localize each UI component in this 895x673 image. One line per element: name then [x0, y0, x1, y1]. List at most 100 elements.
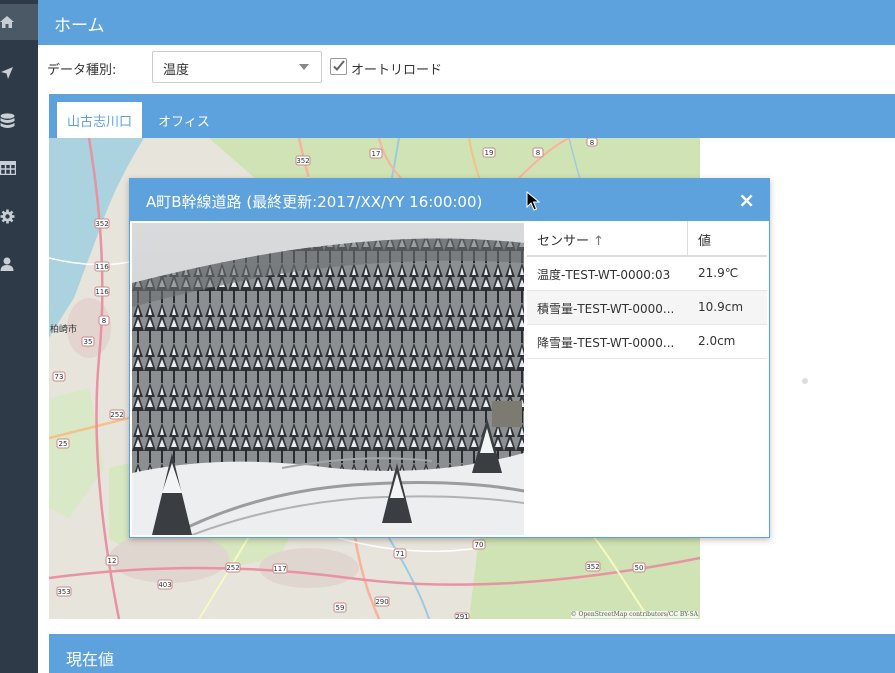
svg-text:8: 8 [102, 317, 106, 325]
sensor-name: 降雪量-TEST-WT-0000... [537, 336, 675, 350]
route-shield: 352 [94, 218, 110, 229]
route-shield: 291 [454, 612, 470, 619]
route-shield: 71 [393, 548, 407, 559]
svg-text:71: 71 [396, 550, 405, 558]
svg-text:25: 25 [59, 440, 68, 448]
sort-ascending-icon: ↑ [593, 234, 605, 249]
popup-title: A町B幹線道路 (最終更新:2017/XX/YY 16:00:00) [146, 193, 483, 211]
route-shield: 403 [157, 579, 173, 590]
svg-text:73: 73 [55, 373, 64, 381]
svg-text:403: 403 [158, 581, 171, 589]
svg-text:8: 8 [590, 139, 594, 147]
table-row[interactable]: 積雪量-TEST-WT-0000... 10.9cm [527, 291, 767, 325]
route-shield: 252 [109, 409, 125, 420]
home-icon [0, 16, 14, 28]
svg-text:291: 291 [455, 613, 468, 619]
current-values-section: 現在値 [49, 634, 895, 673]
controls-bar: データ種別: 温度 オートリロード [38, 45, 895, 93]
route-shield: 25 [56, 438, 70, 449]
autoreload-checkbox[interactable] [330, 58, 347, 75]
user-icon [0, 257, 14, 271]
sensor-value: 2.0cm [698, 334, 736, 348]
svg-text:12: 12 [108, 557, 117, 565]
sensor-popup: A町B幹線道路 (最終更新:2017/XX/YY 16:00:00) × センサ… [129, 178, 770, 538]
section-title: 現在値 [66, 650, 115, 669]
tab-yamakoshi[interactable]: 山古志川口 [57, 102, 142, 138]
svg-text:59: 59 [336, 604, 345, 612]
svg-text:116: 116 [95, 263, 109, 271]
svg-text:117: 117 [273, 565, 286, 573]
table-header: センサー ↑ 値 [527, 221, 767, 257]
sensor-name: 温度-TEST-WT-0000:03 [537, 268, 671, 282]
route-shield: 290 [374, 596, 390, 607]
database-icon [0, 113, 15, 128]
sidebar [0, 0, 38, 673]
sidebar-item-database[interactable] [0, 103, 38, 139]
route-shield: 116 [94, 261, 110, 272]
chevron-down-icon [299, 64, 309, 70]
close-icon[interactable]: × [738, 188, 755, 212]
sidebar-item-home[interactable] [0, 4, 38, 40]
route-shield: 116 [94, 286, 110, 297]
sensor-value: 10.9cm [698, 300, 744, 314]
sensor-value: 21.9℃ [698, 266, 739, 280]
table-icon [0, 161, 16, 175]
column-divider [687, 221, 688, 255]
svg-text:116: 116 [95, 288, 109, 296]
route-shield: 8 [532, 147, 544, 158]
map-place-label: 柏崎市 [50, 323, 77, 335]
tab-office[interactable]: オフィス [144, 102, 224, 138]
route-shield: 73 [52, 371, 66, 382]
route-shield: 17 [369, 148, 383, 159]
data-type-label: データ種別: [47, 63, 117, 78]
sidebar-item-navigation[interactable] [0, 55, 38, 91]
svg-text:352: 352 [586, 563, 599, 571]
sidebar-item-table[interactable] [0, 150, 38, 186]
route-shield: 19 [482, 147, 496, 158]
svg-text:35: 35 [84, 338, 93, 346]
route-shield: 352 [585, 561, 601, 572]
route-shield: 352 [295, 155, 311, 166]
gear-icon [0, 209, 15, 223]
route-shield: 117 [272, 563, 288, 574]
sidebar-item-user[interactable] [0, 246, 38, 282]
route-shield: 70 [472, 539, 486, 550]
autoreload-label[interactable]: オートリロード [351, 59, 442, 78]
svg-text:8: 8 [536, 149, 540, 157]
route-shield: 12 [105, 555, 119, 566]
svg-text:252: 252 [110, 411, 123, 419]
svg-text:17: 17 [372, 150, 381, 158]
page-header: ホーム [38, 0, 895, 45]
svg-text:252: 252 [226, 564, 239, 572]
route-shield: 252 [225, 562, 241, 573]
svg-text:19: 19 [485, 149, 494, 157]
column-header-sensor[interactable]: センサー ↑ [537, 230, 604, 249]
route-shield: 59 [333, 602, 347, 613]
camera-photo [132, 223, 524, 535]
sensor-name: 積雪量-TEST-WT-0000... [537, 302, 675, 316]
svg-text:50: 50 [635, 564, 644, 572]
route-shield: 35 [81, 336, 95, 347]
map-marker[interactable] [802, 378, 808, 384]
location-tabs: 山古志川口 オフィス [49, 94, 895, 138]
table-row[interactable]: 温度-TEST-WT-0000:03 21.9℃ [527, 257, 767, 291]
checkmark-icon [333, 60, 345, 71]
svg-text:352: 352 [296, 157, 309, 165]
map-attribution[interactable]: © OpenStreetMap contributors/CC BY-SA [570, 611, 698, 618]
route-shield: 353 [56, 586, 72, 597]
popup-header: A町B幹線道路 (最終更新:2017/XX/YY 16:00:00) × [130, 179, 769, 221]
route-shield: 8 [98, 315, 110, 326]
svg-text:290: 290 [375, 598, 388, 606]
svg-text:352: 352 [95, 220, 108, 228]
table-row[interactable]: 降雪量-TEST-WT-0000... 2.0cm [527, 325, 767, 359]
page-title: ホーム [54, 16, 105, 36]
svg-text:353: 353 [57, 588, 70, 596]
data-type-select[interactable]: 温度 [152, 51, 322, 83]
location-arrow-icon [1, 67, 13, 79]
sensor-table: センサー ↑ 値 温度-TEST-WT-0000:03 21.9℃ 積雪量-TE… [527, 221, 767, 359]
svg-text:70: 70 [475, 541, 484, 549]
route-shield: 50 [632, 562, 646, 573]
column-header-value[interactable]: 値 [698, 230, 711, 249]
sidebar-item-settings[interactable] [0, 198, 38, 234]
data-type-value: 温度 [163, 63, 190, 78]
